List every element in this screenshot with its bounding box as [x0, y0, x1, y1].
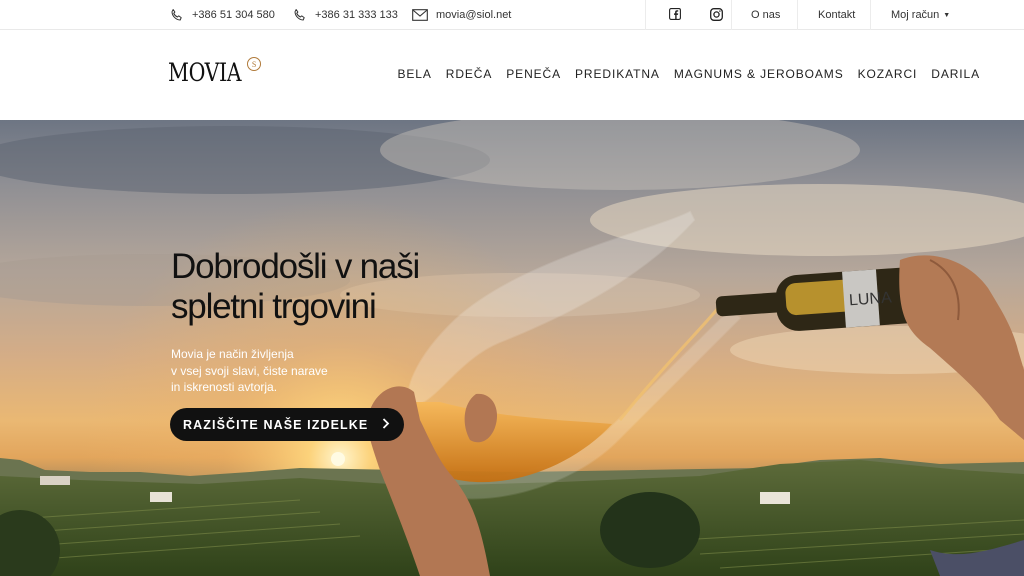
logo[interactable]: MOVIA S	[168, 57, 262, 92]
hero-background-image: LUNA	[0, 120, 1024, 576]
hero-banner: LUNA Dobrodošli v naši spletni trgovini …	[0, 120, 1024, 576]
nav-item-peneca[interactable]: PENEČA	[506, 67, 561, 81]
email-link[interactable]: movia@siol.net	[412, 0, 511, 30]
facebook-icon[interactable]	[668, 7, 682, 21]
phone-icon	[291, 7, 307, 23]
main-header: MOVIA S BELA RDEČA PENEČA PREDIKATNA MAG…	[0, 30, 1024, 120]
contact-label: Kontakt	[818, 9, 856, 21]
divider	[731, 0, 732, 30]
explore-products-button[interactable]: RAZIŠČITE NAŠE IZDELKE	[170, 408, 405, 441]
divider	[797, 0, 798, 30]
about-label: O nas	[751, 9, 781, 21]
email-text: movia@siol.net	[436, 9, 512, 21]
hero-title: Dobrodošli v naši spletni trgovini	[171, 247, 420, 326]
main-nav: BELA RDEČA PENEČA PREDIKATNA MAGNUMS & J…	[397, 67, 980, 81]
account-label: Moj račun	[891, 9, 940, 21]
chevron-right-icon	[382, 417, 390, 432]
phone-1[interactable]: +386 51 304 580	[168, 0, 275, 30]
nav-item-kozarci[interactable]: KOZARCI	[858, 67, 918, 81]
caret-down-icon: ▼	[943, 11, 951, 19]
nav-item-magnums[interactable]: MAGNUMS & JEROBOAMS	[674, 67, 844, 81]
mail-icon	[412, 7, 428, 23]
divider	[645, 0, 646, 30]
instagram-icon[interactable]	[709, 7, 723, 21]
logo-badge: S	[247, 57, 262, 71]
nav-item-darila[interactable]: DARILA	[931, 67, 980, 81]
account-menu[interactable]: Moj račun ▼	[891, 0, 950, 30]
logo-text: MOVIA	[168, 58, 242, 87]
nav-item-bela[interactable]: BELA	[397, 67, 431, 81]
divider	[870, 0, 871, 30]
phone-2-text: +386 31 333 133	[315, 9, 398, 21]
phone-1-text: +386 51 304 580	[192, 9, 275, 21]
phone-icon	[168, 7, 184, 23]
nav-item-predikatna[interactable]: PREDIKATNA	[575, 67, 660, 81]
bottle-label: LUNA	[848, 289, 892, 309]
cta-label: RAZIŠČITE NAŠE IZDELKE	[183, 417, 369, 432]
top-contact-bar: +386 51 304 580 +386 31 333 133 movia@si…	[0, 0, 1024, 30]
contact-link[interactable]: Kontakt	[818, 0, 855, 30]
phone-2[interactable]: +386 31 333 133	[291, 0, 398, 30]
about-link[interactable]: O nas	[751, 0, 780, 30]
nav-item-rdeca[interactable]: RDEČA	[446, 67, 493, 81]
hero-subtitle: Movia je način življenja v vsej svoji sl…	[171, 347, 328, 394]
